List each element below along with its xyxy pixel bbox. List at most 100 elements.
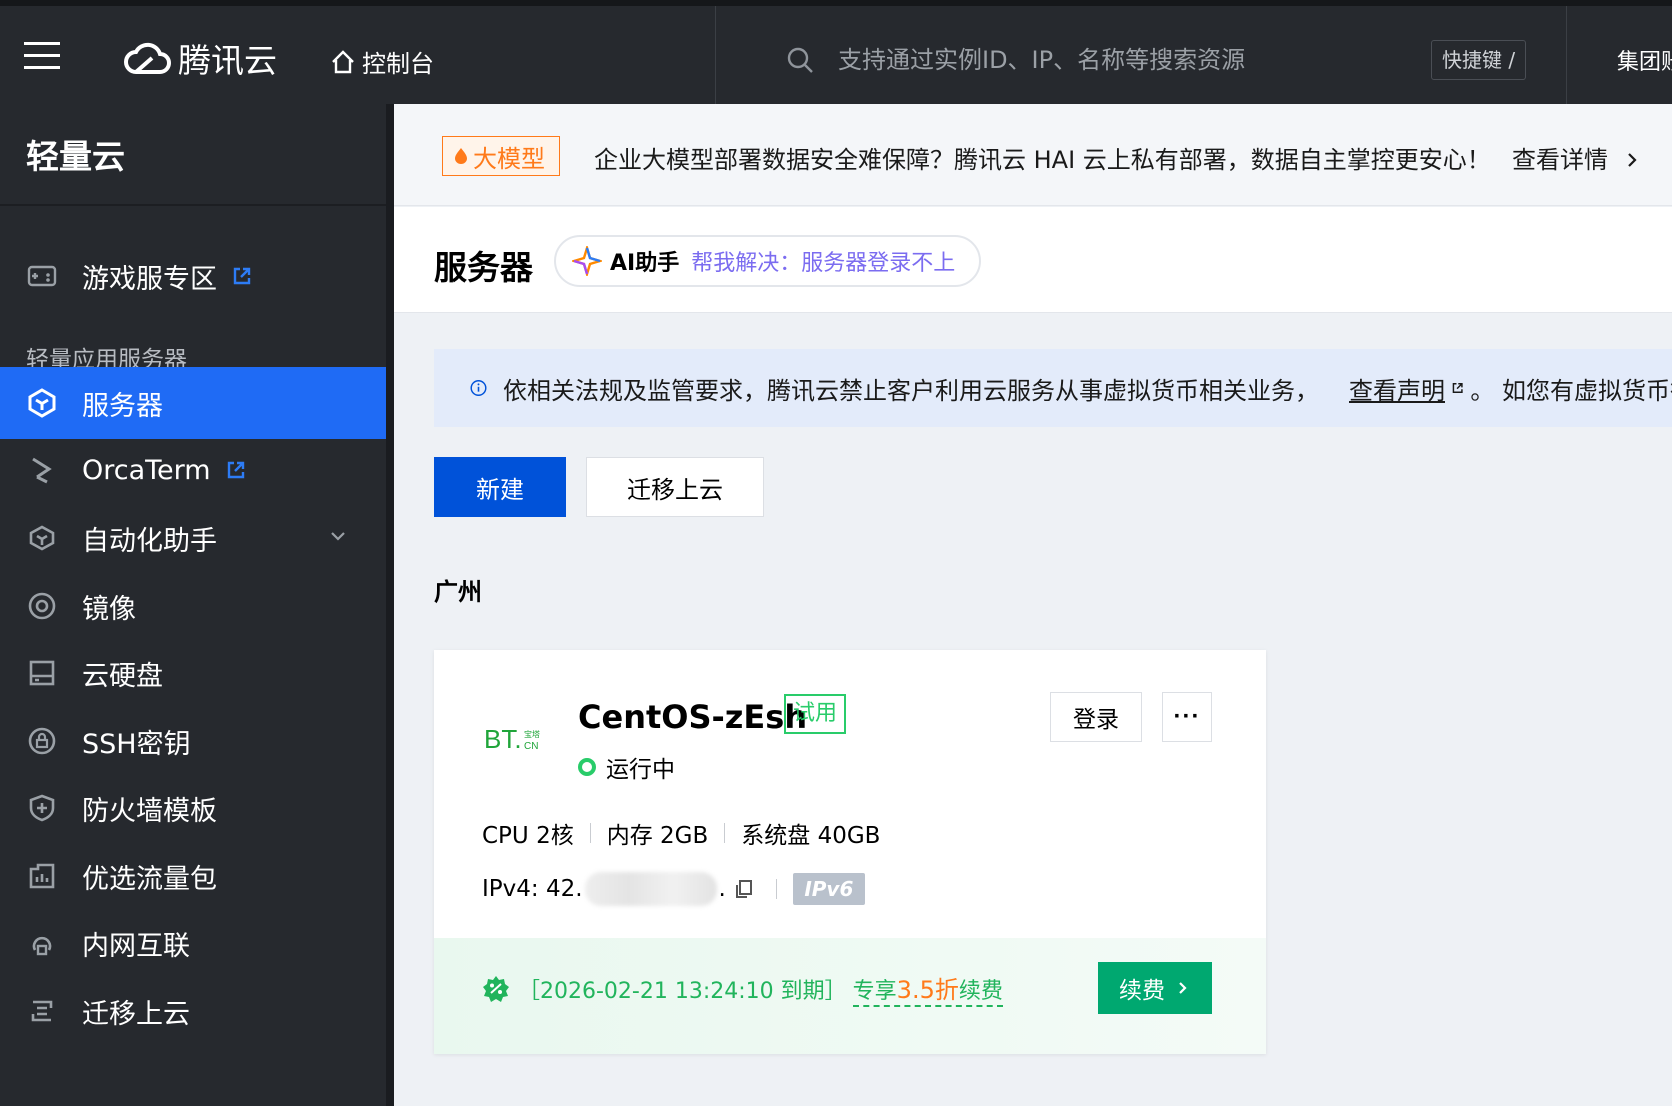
renewal-promo[interactable]: 专享3.5折续费 — [852, 970, 1003, 1007]
console-link[interactable]: 控制台 — [330, 44, 434, 79]
divider — [775, 879, 777, 899]
sidebar-item-label: OrcaTerm — [82, 454, 211, 486]
external-link-icon — [1452, 383, 1463, 393]
renew-button[interactable]: 续费 — [1098, 962, 1212, 1014]
notice-continued-text: 。 如您有虚拟货币行 — [1470, 376, 1672, 405]
cube-icon — [26, 387, 58, 419]
disc-icon — [26, 590, 58, 622]
ai-assistant-hint: 帮我解决：服务器登录不上 — [691, 251, 956, 276]
sidebar-item-traffic-package[interactable]: 优选流量包 — [0, 840, 386, 912]
ip-row: IPv4: 42. . IPv6 — [482, 872, 865, 906]
login-button[interactable]: 登录 — [1050, 692, 1142, 742]
search-input[interactable] — [838, 46, 1398, 74]
robot-icon — [26, 522, 58, 554]
server-name[interactable]: CentOS-zEsh — [578, 698, 807, 736]
divider — [589, 823, 591, 843]
chevron-right-icon — [1627, 153, 1637, 167]
chevron-right-icon — [1179, 982, 1187, 994]
menu-icon[interactable] — [24, 42, 60, 70]
server-status: 运行中 — [578, 750, 675, 784]
flame-icon — [455, 148, 467, 164]
network-icon — [26, 927, 58, 959]
divider — [1566, 6, 1567, 104]
copy-icon[interactable] — [734, 879, 754, 899]
search-bar[interactable] — [786, 44, 1406, 76]
sidebar-item-label: 服务器 — [82, 390, 163, 422]
more-actions-button[interactable]: ··· — [1162, 692, 1212, 742]
announcement-link[interactable]: 查看详情 — [1512, 140, 1642, 175]
key-icon — [26, 725, 58, 757]
sidebar-item-migrate[interactable]: 迁移上云 — [0, 975, 386, 1047]
bt-panel-logo: BT. 宝塔 CN — [484, 724, 540, 754]
migrate-button[interactable]: 迁移上云 — [586, 457, 764, 517]
ipv6-badge[interactable]: IPv6 — [792, 873, 865, 905]
announcement-link-label: 查看详情 — [1512, 146, 1608, 174]
sidebar-item-game-server[interactable]: 游戏服专区 — [0, 240, 386, 312]
promo-suffix: 续费 — [958, 979, 1003, 1004]
external-link-icon — [227, 461, 244, 479]
renew-button-label: 续费 — [1119, 977, 1165, 1003]
sidebar-title: 轻量云 — [0, 104, 386, 206]
sidebar-item-orcaterm[interactable]: OrcaTerm — [0, 434, 386, 506]
sidebar-item-image[interactable]: 镜像 — [0, 570, 386, 642]
brand-logo[interactable]: 腾讯云 — [122, 36, 277, 80]
sidebar: 轻量云 游戏服专区 轻量应用服务器 服务器 OrcaTerm 自动化助手 镜像 — [0, 104, 386, 1106]
expiry-date: ［2026-02-21 13:24:10 到期］ — [518, 978, 847, 1004]
llm-tag-label: 大模型 — [473, 144, 545, 173]
new-button[interactable]: 新建 — [434, 457, 566, 517]
ipv4-suffix: . — [718, 876, 726, 902]
divider — [724, 823, 726, 843]
ipv4-prefix: IPv4: 42. — [482, 876, 583, 902]
svg-text:宝塔: 宝塔 — [524, 729, 540, 739]
external-link-icon — [233, 267, 251, 285]
shield-icon — [26, 792, 58, 824]
llm-tag: 大模型 — [442, 136, 560, 176]
sidebar-item-ssh-key[interactable]: SSH密钥 — [0, 705, 386, 777]
info-icon — [470, 379, 487, 397]
sidebar-scrollbar[interactable] — [386, 104, 394, 1106]
brand-name: 腾讯云 — [178, 41, 277, 80]
announcement-bar: 大模型 企业大模型部署数据安全难保障？腾讯云 HAI 云上私有部署，数据自主掌控… — [394, 104, 1672, 206]
promo-discount: 3.5折 — [896, 976, 959, 1004]
sidebar-item-label: 游戏服专区 — [82, 263, 217, 295]
notice-link[interactable]: 查看声明 — [1349, 371, 1445, 406]
ai-assistant-icon — [572, 246, 602, 276]
server-specs: CPU 2核 内存 2GB 系统盘 40GB — [482, 816, 880, 850]
sidebar-item-label: 防火墙模板 — [82, 795, 217, 827]
trial-badge: 试用 — [784, 694, 847, 734]
notice-text: 依相关法规及监管要求，腾讯云禁止客户利用云服务从事虚拟货币相关业务， — [503, 376, 1319, 405]
group-account[interactable]: 集团账 — [1617, 44, 1672, 76]
console-label: 控制台 — [362, 50, 434, 78]
server-status-text: 运行中 — [606, 757, 675, 783]
sidebar-item-intranet[interactable]: 内网互联 — [0, 907, 386, 979]
announcement-text: 企业大模型部署数据安全难保障？腾讯云 HAI 云上私有部署，数据自主掌控更安心！ — [594, 146, 1491, 174]
sidebar-item-label: 优选流量包 — [82, 863, 217, 895]
ai-assistant-label: AI助手 — [610, 251, 680, 276]
top-bar: 腾讯云 控制台 快捷键 / 集团账 — [0, 0, 1672, 104]
sidebar-item-label: 内网互联 — [82, 930, 190, 962]
sidebar-item-label: 云硬盘 — [82, 660, 163, 692]
discount-badge-icon — [483, 975, 509, 1002]
svg-text:BT.: BT. — [484, 724, 522, 754]
sidebar-item-cloud-disk[interactable]: 云硬盘 — [0, 637, 386, 709]
sidebar-item-automation[interactable]: 自动化助手 — [0, 502, 386, 574]
sidebar-item-label: 迁移上云 — [82, 998, 190, 1030]
gamepad-icon — [26, 260, 58, 292]
page-header: 服务器 AI助手 帮我解决：服务器登录不上 — [394, 207, 1672, 313]
main-content: 大模型 企业大模型部署数据安全难保障？腾讯云 HAI 云上私有部署，数据自主掌控… — [394, 104, 1672, 1106]
sidebar-item-label: 自动化助手 — [82, 525, 217, 557]
sidebar-item-server[interactable]: 服务器 — [0, 367, 386, 439]
cloud-logo-icon — [124, 42, 171, 74]
running-status-icon — [578, 758, 596, 776]
cpu-spec: CPU 2核 — [482, 823, 574, 849]
sidebar-item-firewall[interactable]: 防火墙模板 — [0, 772, 386, 844]
page-title: 服务器 — [434, 248, 533, 287]
ai-assistant-chip[interactable]: AI助手 帮我解决：服务器登录不上 — [554, 235, 982, 287]
expiry-info: ［2026-02-21 13:24:10 到期］ 专享3.5折续费 — [482, 970, 1003, 1007]
disk-spec: 系统盘 40GB — [741, 823, 881, 849]
shortcut-hint[interactable]: 快捷键 / — [1431, 40, 1527, 80]
sidebar-item-label: SSH密钥 — [82, 728, 191, 760]
server-card[interactable]: BT. 宝塔 CN CentOS-zEsh 试用 运行中 登录 ··· CPU … — [434, 650, 1266, 1054]
chevron-down-icon — [331, 532, 345, 541]
compliance-notice: 依相关法规及监管要求，腾讯云禁止客户利用云服务从事虚拟货币相关业务， 查看声明 … — [434, 349, 1672, 427]
